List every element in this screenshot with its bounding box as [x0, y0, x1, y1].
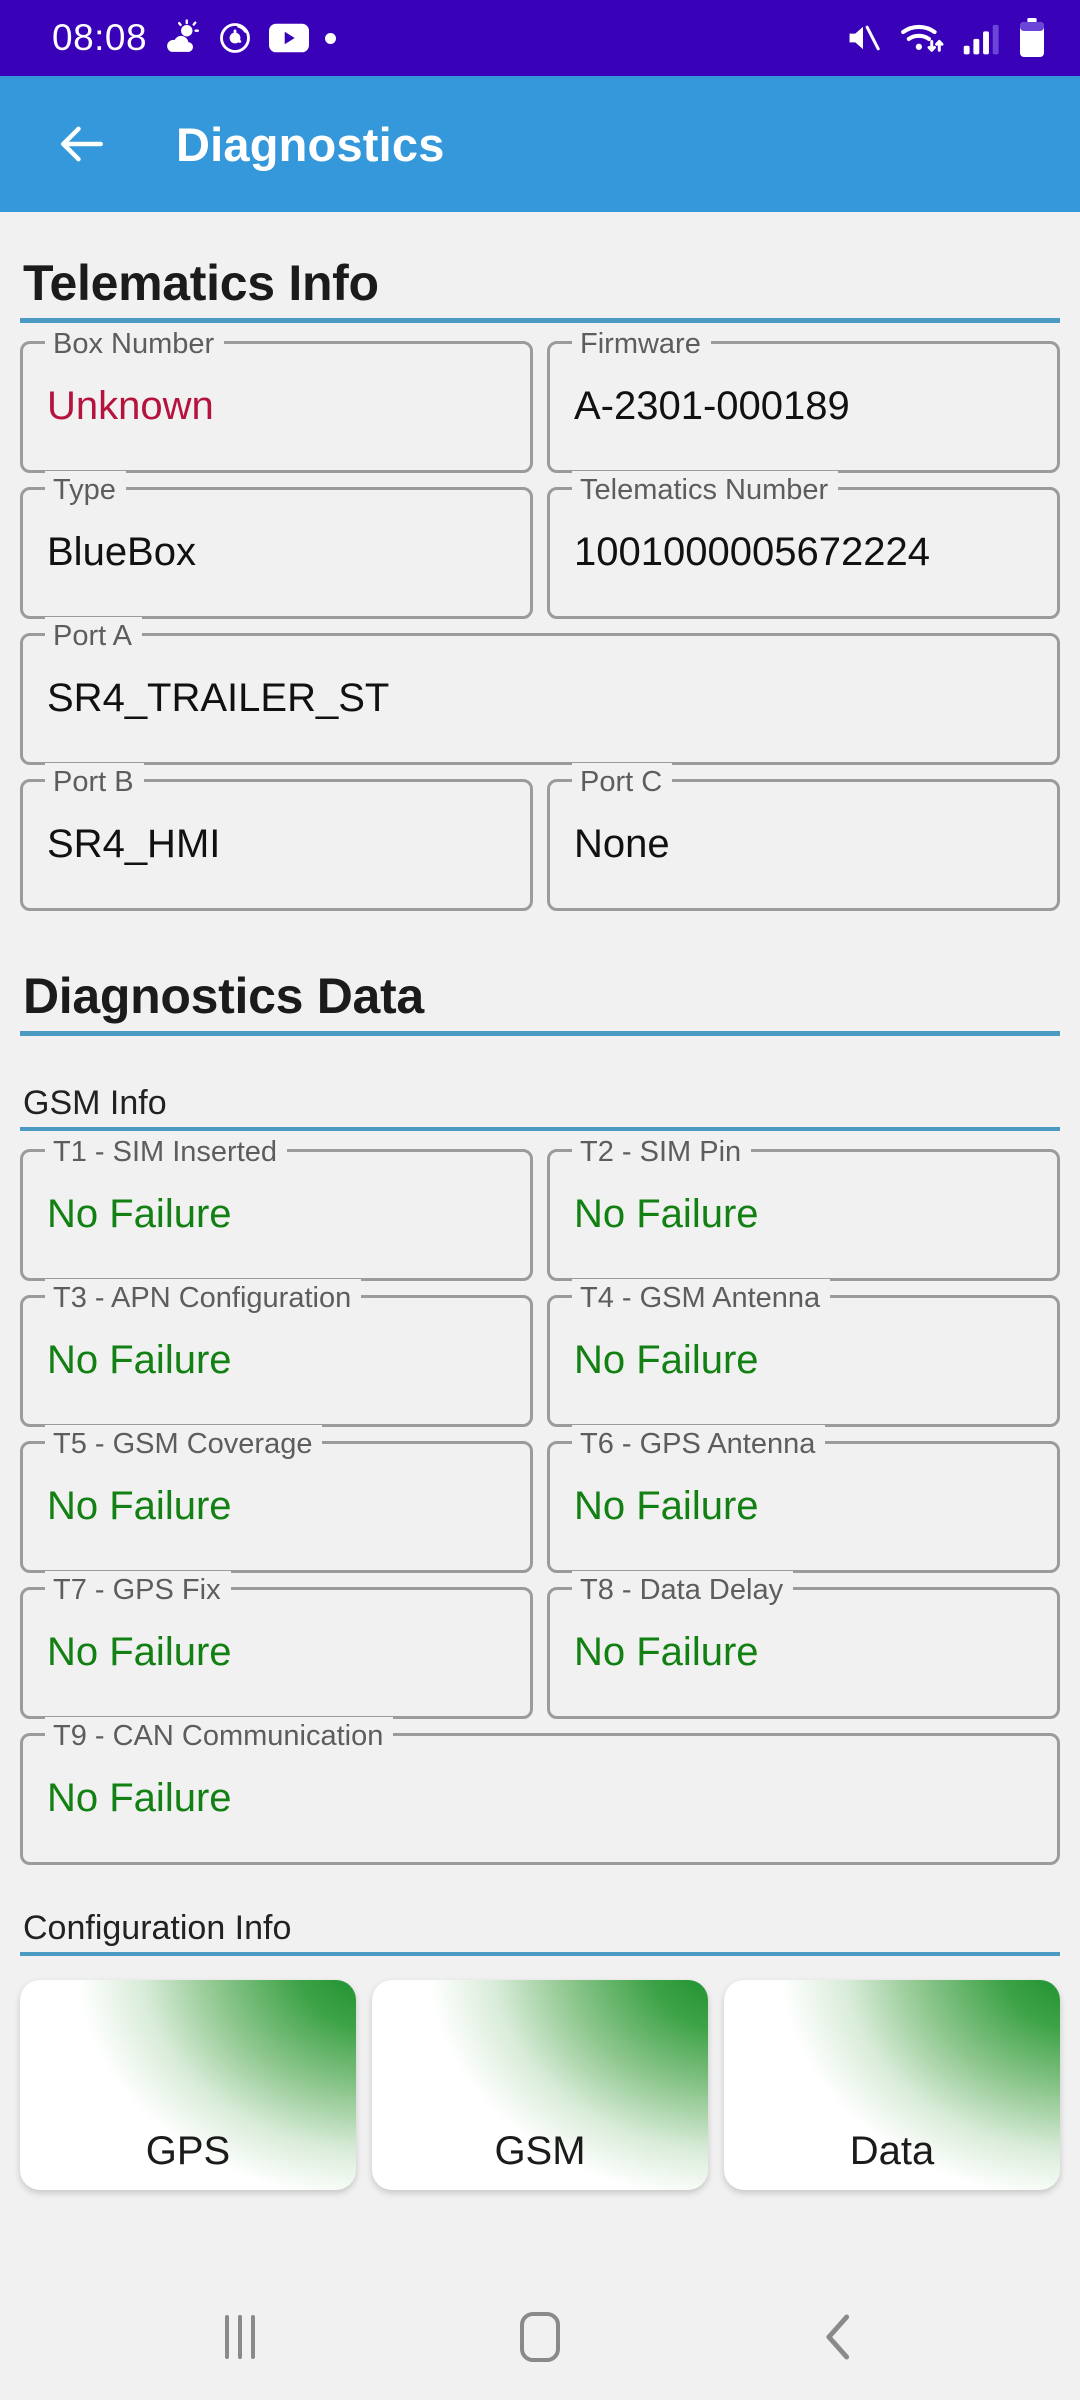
- field-port-c[interactable]: Port C None: [547, 763, 1060, 911]
- back-icon: [826, 2314, 850, 2360]
- test-t5-gsm-coverage[interactable]: T5 - GSM Coverage No Failure: [20, 1425, 533, 1573]
- mute-icon: [849, 25, 880, 51]
- field-value: No Failure: [574, 1484, 759, 1528]
- field-label: T7 - GPS Fix: [45, 1571, 231, 1609]
- phone-screen: 08:08 Diagnostics Telematics Info Box Nu…: [0, 0, 1080, 2400]
- config-card-data[interactable]: Data: [724, 1980, 1060, 2190]
- field-value: No Failure: [47, 1776, 232, 1820]
- subheading-divider: [20, 1127, 1060, 1131]
- field-value: No Failure: [574, 1630, 759, 1674]
- field-value: No Failure: [47, 1192, 232, 1236]
- gsm-row-2: T3 - APN Configuration No Failure T4 - G…: [20, 1279, 1060, 1427]
- telematics-row-3: Port A SR4_TRAILER_ST: [20, 617, 1060, 765]
- test-t3-apn-configuration[interactable]: T3 - APN Configuration No Failure: [20, 1279, 533, 1427]
- field-value: No Failure: [574, 1192, 759, 1236]
- telematics-row-4: Port B SR4_HMI Port C None: [20, 763, 1060, 911]
- gsm-row-1: T1 - SIM Inserted No Failure T2 - SIM Pi…: [20, 1133, 1060, 1281]
- field-label: Port C: [572, 763, 673, 801]
- field-label: Firmware: [572, 325, 711, 363]
- field-label: Type: [45, 471, 126, 509]
- field-value: None: [574, 822, 670, 866]
- field-value: No Failure: [47, 1484, 232, 1528]
- app-bar: Diagnostics: [0, 76, 1080, 212]
- field-value: No Failure: [574, 1338, 759, 1382]
- nav-recents-button[interactable]: [180, 2297, 300, 2377]
- field-value: No Failure: [47, 1338, 232, 1382]
- test-t8-data-delay[interactable]: T8 - Data Delay No Failure: [547, 1571, 1060, 1719]
- card-label: GSM: [494, 2129, 586, 2173]
- back-button[interactable]: [46, 108, 118, 180]
- subheading-divider: [20, 1952, 1060, 1956]
- gsm-info-heading: GSM Info: [23, 1084, 167, 1122]
- test-t2-sim-pin[interactable]: T2 - SIM Pin No Failure: [547, 1133, 1060, 1281]
- test-t9-can-communication[interactable]: T9 - CAN Communication No Failure: [20, 1717, 1060, 1865]
- weather-partly-cloudy-icon: [167, 19, 200, 52]
- alarm-icon: [220, 23, 251, 53]
- field-port-b[interactable]: Port B SR4_HMI: [20, 763, 533, 911]
- field-value: SR4_TRAILER_ST: [47, 676, 390, 720]
- dot-indicator-icon: [325, 32, 337, 44]
- field-label: T3 - APN Configuration: [45, 1279, 362, 1317]
- field-value: SR4_HMI: [47, 822, 221, 866]
- test-t4-gsm-antenna[interactable]: T4 - GSM Antenna No Failure: [547, 1279, 1060, 1427]
- field-value: 1001000005672224: [574, 530, 930, 574]
- heading-divider: [20, 1031, 1060, 1036]
- arrow-left-icon: [61, 126, 103, 162]
- telematics-row-2: Type BlueBox Telematics Number 100100000…: [20, 471, 1060, 619]
- telematics-info-heading: Telematics Info: [23, 255, 379, 311]
- status-bar-left: 08:08: [52, 17, 337, 59]
- home-icon: [520, 2312, 560, 2362]
- system-nav-bar: [0, 2274, 1080, 2400]
- field-label: T4 - GSM Antenna: [572, 1279, 831, 1317]
- config-card-gsm[interactable]: GSM: [372, 1980, 708, 2190]
- wifi-icon: [901, 24, 944, 52]
- status-bar-clock: 08:08: [52, 17, 148, 58]
- field-label: T1 - SIM Inserted: [45, 1133, 288, 1171]
- battery-icon: [1020, 18, 1044, 57]
- configuration-cards: GPS GSM Data: [20, 1980, 1060, 2190]
- page-title: Diagnostics: [176, 117, 445, 171]
- scroll-content[interactable]: Telematics Info Box Number Unknown Firmw…: [0, 212, 1080, 2274]
- recents-icon: [225, 2315, 255, 2359]
- field-label: Telematics Number: [572, 471, 839, 509]
- signal-bars-icon: [963, 24, 999, 55]
- field-label: Port B: [45, 763, 144, 801]
- field-box-number[interactable]: Box Number Unknown: [20, 325, 533, 473]
- nav-back-button[interactable]: [780, 2297, 900, 2377]
- field-port-a[interactable]: Port A SR4_TRAILER_ST: [20, 617, 1060, 765]
- heading-divider: [20, 318, 1060, 323]
- card-label: GPS: [145, 2129, 231, 2173]
- field-label: T5 - GSM Coverage: [45, 1425, 323, 1463]
- field-value: A-2301-000189: [574, 384, 850, 428]
- field-type[interactable]: Type BlueBox: [20, 471, 533, 619]
- gsm-row-5: T9 - CAN Communication No Failure: [20, 1717, 1060, 1865]
- field-label: Box Number: [45, 325, 225, 363]
- status-bar-right: [844, 18, 1046, 58]
- test-t6-gps-antenna[interactable]: T6 - GPS Antenna No Failure: [547, 1425, 1060, 1573]
- field-value: Unknown: [47, 384, 214, 428]
- field-value: No Failure: [47, 1630, 232, 1674]
- telematics-row-1: Box Number Unknown Firmware A-2301-00018…: [20, 325, 1060, 473]
- configuration-info-heading: Configuration Info: [23, 1909, 292, 1947]
- nav-home-button[interactable]: [480, 2297, 600, 2377]
- field-label: T6 - GPS Antenna: [572, 1425, 826, 1463]
- config-card-gps[interactable]: GPS: [20, 1980, 356, 2190]
- field-label: Port A: [45, 617, 142, 655]
- gsm-row-4: T7 - GPS Fix No Failure T8 - Data Delay …: [20, 1571, 1060, 1719]
- gsm-row-3: T5 - GSM Coverage No Failure T6 - GPS An…: [20, 1425, 1060, 1573]
- field-label: T2 - SIM Pin: [572, 1133, 752, 1171]
- diagnostics-data-heading: Diagnostics Data: [23, 968, 424, 1024]
- field-telematics-number[interactable]: Telematics Number 1001000005672224: [547, 471, 1060, 619]
- card-label: Data: [849, 2129, 935, 2173]
- field-value: BlueBox: [47, 530, 196, 574]
- test-t1-sim-inserted[interactable]: T1 - SIM Inserted No Failure: [20, 1133, 533, 1281]
- field-label: T8 - Data Delay: [572, 1571, 794, 1609]
- field-label: T9 - CAN Communication: [45, 1717, 394, 1755]
- status-bar: 08:08: [0, 0, 1080, 76]
- test-t7-gps-fix[interactable]: T7 - GPS Fix No Failure: [20, 1571, 533, 1719]
- youtube-icon: [269, 23, 310, 53]
- field-firmware[interactable]: Firmware A-2301-000189: [547, 325, 1060, 473]
